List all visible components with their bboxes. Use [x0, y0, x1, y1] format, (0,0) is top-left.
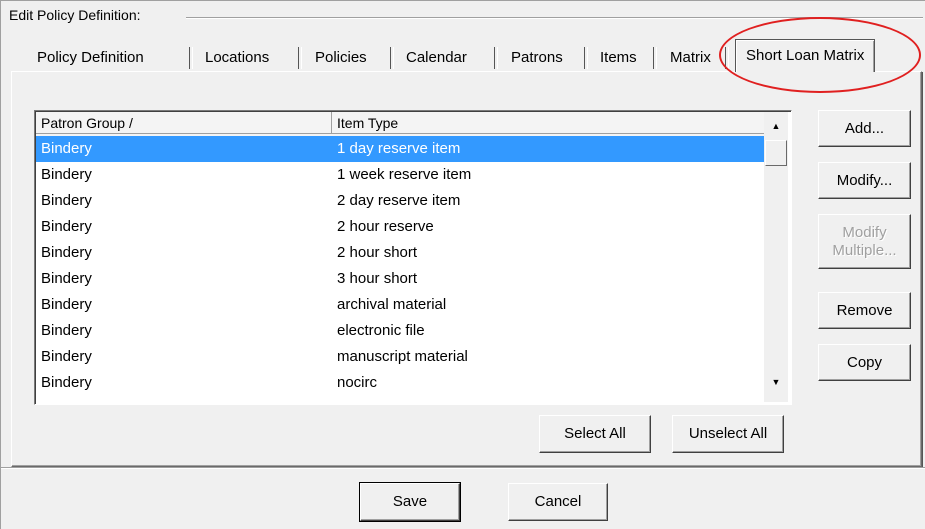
save-button[interactable]: Save	[359, 482, 461, 522]
list-header: Patron Group / Item Type	[36, 112, 766, 136]
tab-separator	[494, 47, 498, 69]
table-row[interactable]: Bindery 3 hour short	[36, 266, 766, 292]
footer-separator	[1, 467, 925, 469]
unselect-all-button[interactable]: Unselect All	[672, 415, 784, 453]
scroll-up-arrow-icon[interactable]: ▲	[764, 114, 788, 138]
list-rows: Bindery 1 day reserve item Bindery 1 week …	[36, 136, 766, 396]
scrollbar-thumb[interactable]	[765, 140, 787, 166]
tab-separator	[653, 47, 657, 69]
tab-separator	[390, 47, 394, 69]
item-type-cell: 2 hour reserve	[337, 218, 434, 235]
tab-locations[interactable]: Locations	[205, 45, 269, 71]
table-row[interactable]: Bindery 1 day reserve item	[36, 136, 766, 162]
item-type-cell: 2 day reserve item	[337, 192, 461, 209]
vertical-scrollbar[interactable]: ▲ ▼	[764, 112, 788, 402]
tab-separator	[189, 47, 193, 69]
add-button[interactable]: Add...	[818, 110, 911, 147]
item-type-cell: electronic file	[337, 322, 425, 339]
tab-items[interactable]: Items	[600, 45, 637, 71]
patron-group-cell: Bindery	[41, 218, 92, 235]
cancel-button[interactable]: Cancel	[508, 483, 608, 521]
modify-multiple-button[interactable]: Modify Multiple...	[818, 214, 911, 269]
tab-strip: Policy Definition Locations Policies Cal…	[9, 37, 924, 77]
tab-matrix[interactable]: Matrix	[670, 45, 711, 71]
patron-group-cell: Bindery	[41, 244, 92, 261]
tab-calendar[interactable]: Calendar	[406, 45, 467, 71]
tab-separator	[584, 47, 588, 69]
tab-policies[interactable]: Policies	[315, 45, 367, 71]
scroll-down-arrow-icon[interactable]: ▼	[764, 370, 788, 394]
remove-button[interactable]: Remove	[818, 292, 911, 329]
table-row[interactable]: Bindery nocirc	[36, 370, 766, 396]
copy-button[interactable]: Copy	[818, 344, 911, 381]
edit-policy-dialog: Edit Policy Definition: Policy Definitio…	[0, 0, 925, 529]
column-header-item-type[interactable]: Item Type	[332, 112, 766, 134]
patron-group-cell: Bindery	[41, 296, 92, 313]
tab-patrons[interactable]: Patrons	[511, 45, 563, 71]
table-row[interactable]: Bindery electronic file	[36, 318, 766, 344]
item-type-cell: 1 week reserve item	[337, 166, 472, 183]
patron-group-cell: Bindery	[41, 140, 92, 157]
tab-separator	[298, 47, 302, 69]
item-type-cell: 3 hour short	[337, 270, 418, 287]
select-all-button[interactable]: Select All	[539, 415, 651, 453]
table-row[interactable]: Bindery manuscript material	[36, 344, 766, 370]
table-row[interactable]: Bindery 2 day reserve item	[36, 188, 766, 214]
tab-policy-definition[interactable]: Policy Definition	[37, 45, 144, 71]
modify-multiple-label-line2: Multiple...	[832, 241, 897, 259]
patron-group-cell: Bindery	[41, 374, 92, 391]
tab-short-loan-matrix[interactable]: Short Loan Matrix	[735, 39, 876, 72]
patron-group-cell: Bindery	[41, 322, 92, 339]
patron-group-cell: Bindery	[41, 166, 92, 183]
patron-group-cell: Bindery	[41, 192, 92, 209]
patron-group-cell: Bindery	[41, 348, 92, 365]
item-type-cell: archival material	[337, 296, 447, 313]
policy-matrix-list[interactable]: Patron Group / Item Type Bindery 1 day re…	[34, 110, 792, 405]
item-type-cell: 1 day reserve item	[337, 140, 461, 157]
item-type-cell: nocirc	[337, 374, 378, 391]
patron-group-cell: Bindery	[41, 270, 92, 287]
item-type-cell: manuscript material	[337, 348, 468, 365]
table-row[interactable]: Bindery archival material	[36, 292, 766, 318]
table-row[interactable]: Bindery 2 hour reserve	[36, 214, 766, 240]
groupbox-border	[186, 17, 923, 19]
modify-button[interactable]: Modify...	[818, 162, 911, 199]
column-header-patron-group[interactable]: Patron Group /	[36, 112, 332, 134]
group-title: Edit Policy Definition:	[9, 7, 141, 23]
modify-multiple-label-line1: Modify	[842, 223, 887, 241]
table-row[interactable]: Bindery 1 week reserve item	[36, 162, 766, 188]
table-row[interactable]: Bindery 2 hour short	[36, 240, 766, 266]
tab-separator	[725, 47, 729, 69]
item-type-cell: 2 hour short	[337, 244, 418, 261]
